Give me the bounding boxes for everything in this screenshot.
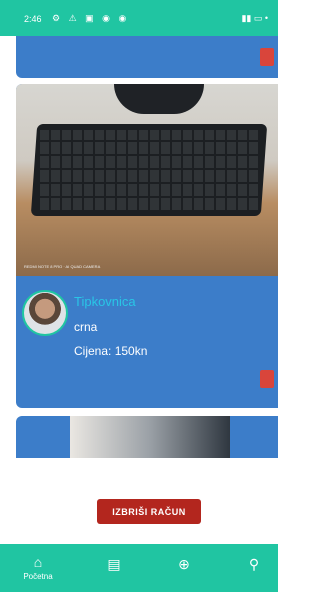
photo-watermark: REDMI NOTE 8 PRO · AI QUAD CAMERA: [24, 264, 101, 269]
listing-card-next[interactable]: [16, 416, 278, 458]
status-icons: ⚙ ⚠ ▣ ◉ ◉: [52, 13, 130, 23]
nav-home[interactable]: ⌂ Početna: [14, 554, 62, 602]
listing-photo: REDMI NOTE 8 PRO · AI QUAD CAMERA: [16, 84, 278, 276]
message-icon: ▤: [107, 556, 121, 572]
listing-card-previous[interactable]: [16, 36, 278, 78]
search-icon: ⚲: [248, 556, 260, 572]
listing-title: Tipkovnica: [74, 294, 136, 309]
status-time: 2:46: [24, 14, 42, 24]
listing-color: crna: [74, 320, 98, 334]
status-indicators: ▮▮ ▭ •: [241, 13, 268, 23]
bottom-nav: ⌂ Početna ▤ ⊕ ⚲: [0, 544, 278, 592]
nav-search[interactable]: ⚲: [238, 556, 270, 604]
status-bar: 2:46 ⚙ ⚠ ▣ ◉ ◉ ▮▮ ▭ •: [0, 0, 278, 36]
home-icon: ⌂: [33, 554, 43, 570]
delete-listing-icon[interactable]: [260, 48, 274, 66]
nav-messages[interactable]: ▤: [98, 556, 130, 604]
listing-card[interactable]: REDMI NOTE 8 PRO · AI QUAD CAMERA Tipkov…: [16, 84, 278, 408]
add-icon: ⊕: [178, 556, 190, 572]
keyboard-keys: [40, 130, 258, 210]
listing-photo: [70, 416, 230, 458]
nav-home-label: Početna: [23, 572, 53, 581]
delete-listing-icon[interactable]: [260, 370, 274, 388]
nav-add[interactable]: ⊕: [168, 556, 200, 604]
listing-price: Cijena: 150kn: [74, 344, 148, 358]
monitor-shape: [114, 84, 204, 114]
avatar[interactable]: [22, 290, 68, 336]
delete-account-button[interactable]: IZBRIŠI RAČUN: [97, 499, 201, 524]
